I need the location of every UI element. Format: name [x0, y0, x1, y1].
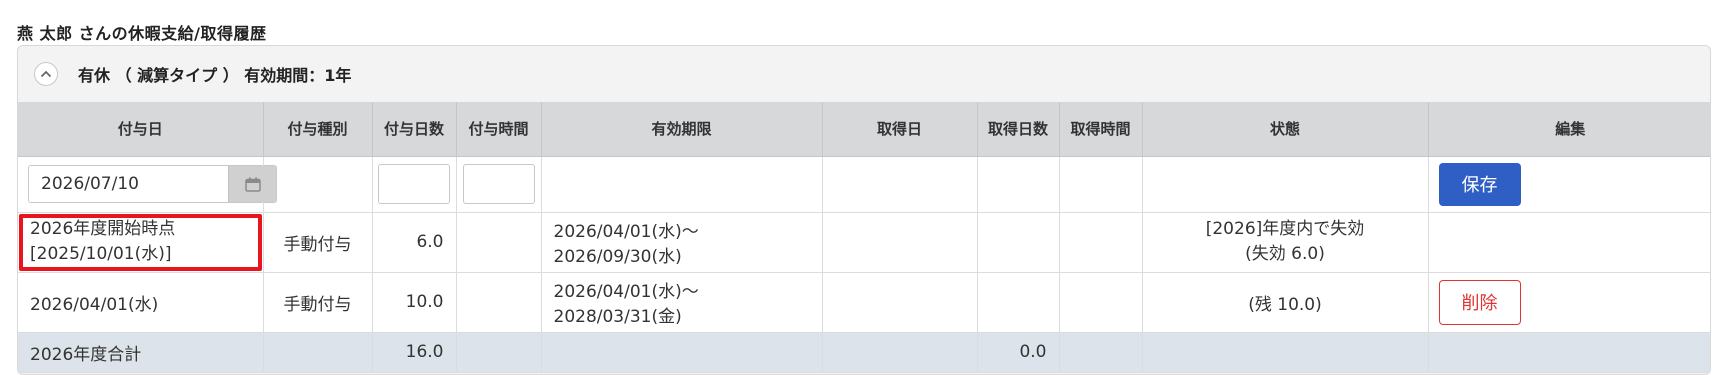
save-button[interactable]: 保存	[1438, 162, 1521, 206]
calendar-button[interactable]	[228, 166, 276, 202]
grant-type-cell: 手動付与	[263, 212, 373, 273]
grant-hours-cell	[456, 212, 542, 273]
col-header-status: 状態	[1142, 102, 1429, 157]
grant-hours-cell	[456, 272, 542, 333]
page-title: 燕 太郎 さんの休暇支給/取得履歴	[17, 24, 267, 43]
total-acquired-days: 0.0	[977, 332, 1060, 373]
table-row: 2026年度開始時点 [2025/10/01(水)] 手動付与 6.0 2026…	[18, 212, 1710, 273]
col-header-grant-hours: 付与時間	[456, 102, 542, 157]
grant-type-cell: 手動付与	[263, 272, 373, 333]
edit-row: 保存	[18, 156, 1710, 213]
status-line2: (失効 6.0)	[1245, 244, 1325, 264]
leave-panel: 有休 （ 減算タイプ ） 有効期間：1年 付与日 付与種別 付与日数 付与時間 …	[17, 45, 1711, 375]
grant-days-input[interactable]	[378, 164, 450, 204]
grant-days-cell: 10.0	[372, 272, 457, 333]
chevron-up-icon	[40, 70, 52, 78]
validity-cell: 2026/04/01(水)～2028/03/31(金)	[541, 272, 823, 333]
grant-date-input[interactable]	[29, 166, 228, 202]
leave-history-table: 付与日 付与種別 付与日数 付与時間 有効期限 取得日 取得日数 取得時間 状態…	[18, 102, 1710, 373]
total-grant-days: 16.0	[372, 332, 457, 373]
grant-hours-input[interactable]	[462, 164, 535, 204]
table-row: 2026/04/01(水) 手動付与 10.0 2026/04/01(水)～20…	[18, 272, 1710, 333]
status-line1: [2026]年度内で失効	[1205, 219, 1365, 239]
acquired-days-cell	[977, 212, 1060, 273]
grant-date-cell: 2026年度開始時点 [2025/10/01(水)]	[18, 212, 264, 273]
acquired-days-cell	[977, 272, 1060, 333]
col-header-grant-type: 付与種別	[263, 102, 373, 157]
col-header-edit: 編集	[1428, 102, 1710, 157]
col-header-acquired-date: 取得日	[822, 102, 978, 157]
total-row: 2026年度合計 16.0 0.0	[18, 332, 1710, 373]
delete-button[interactable]: 削除	[1438, 279, 1521, 325]
collapse-button[interactable]	[34, 62, 58, 86]
col-header-validity: 有効期限	[541, 102, 823, 157]
acquired-hours-cell	[1059, 212, 1143, 273]
col-header-grant-date: 付与日	[18, 102, 264, 157]
col-header-acquired-days: 取得日数	[977, 102, 1060, 157]
edit-cell	[1428, 212, 1710, 273]
col-header-grant-days: 付与日数	[372, 102, 457, 157]
status-cell: (残 10.0)	[1142, 272, 1429, 333]
col-header-acquired-hours: 取得時間	[1059, 102, 1143, 157]
edit-cell: 削除	[1428, 272, 1710, 333]
grant-days-cell: 6.0	[372, 212, 457, 273]
calendar-icon	[244, 177, 261, 192]
panel-title: 有休 （ 減算タイプ ） 有効期間：1年	[78, 66, 352, 85]
grant-date-line2: [2025/10/01(水)]	[30, 244, 172, 264]
grant-date-line1: 2026年度開始時点	[30, 219, 176, 239]
validity-cell: 2026/04/01(水)～2026/09/30(水)	[541, 212, 823, 273]
grant-date-picker[interactable]	[28, 165, 277, 203]
acquired-date-cell	[822, 212, 978, 273]
acquired-date-cell	[822, 272, 978, 333]
acquired-hours-cell	[1059, 272, 1143, 333]
grant-date-cell: 2026/04/01(水)	[18, 272, 264, 333]
table-header-row: 付与日 付与種別 付与日数 付与時間 有効期限 取得日 取得日数 取得時間 状態…	[18, 102, 1710, 157]
total-label: 2026年度合計	[18, 332, 264, 373]
panel-header: 有休 （ 減算タイプ ） 有効期間：1年	[18, 46, 1710, 102]
status-cell: [2026]年度内で失効 (失効 6.0)	[1142, 212, 1429, 273]
